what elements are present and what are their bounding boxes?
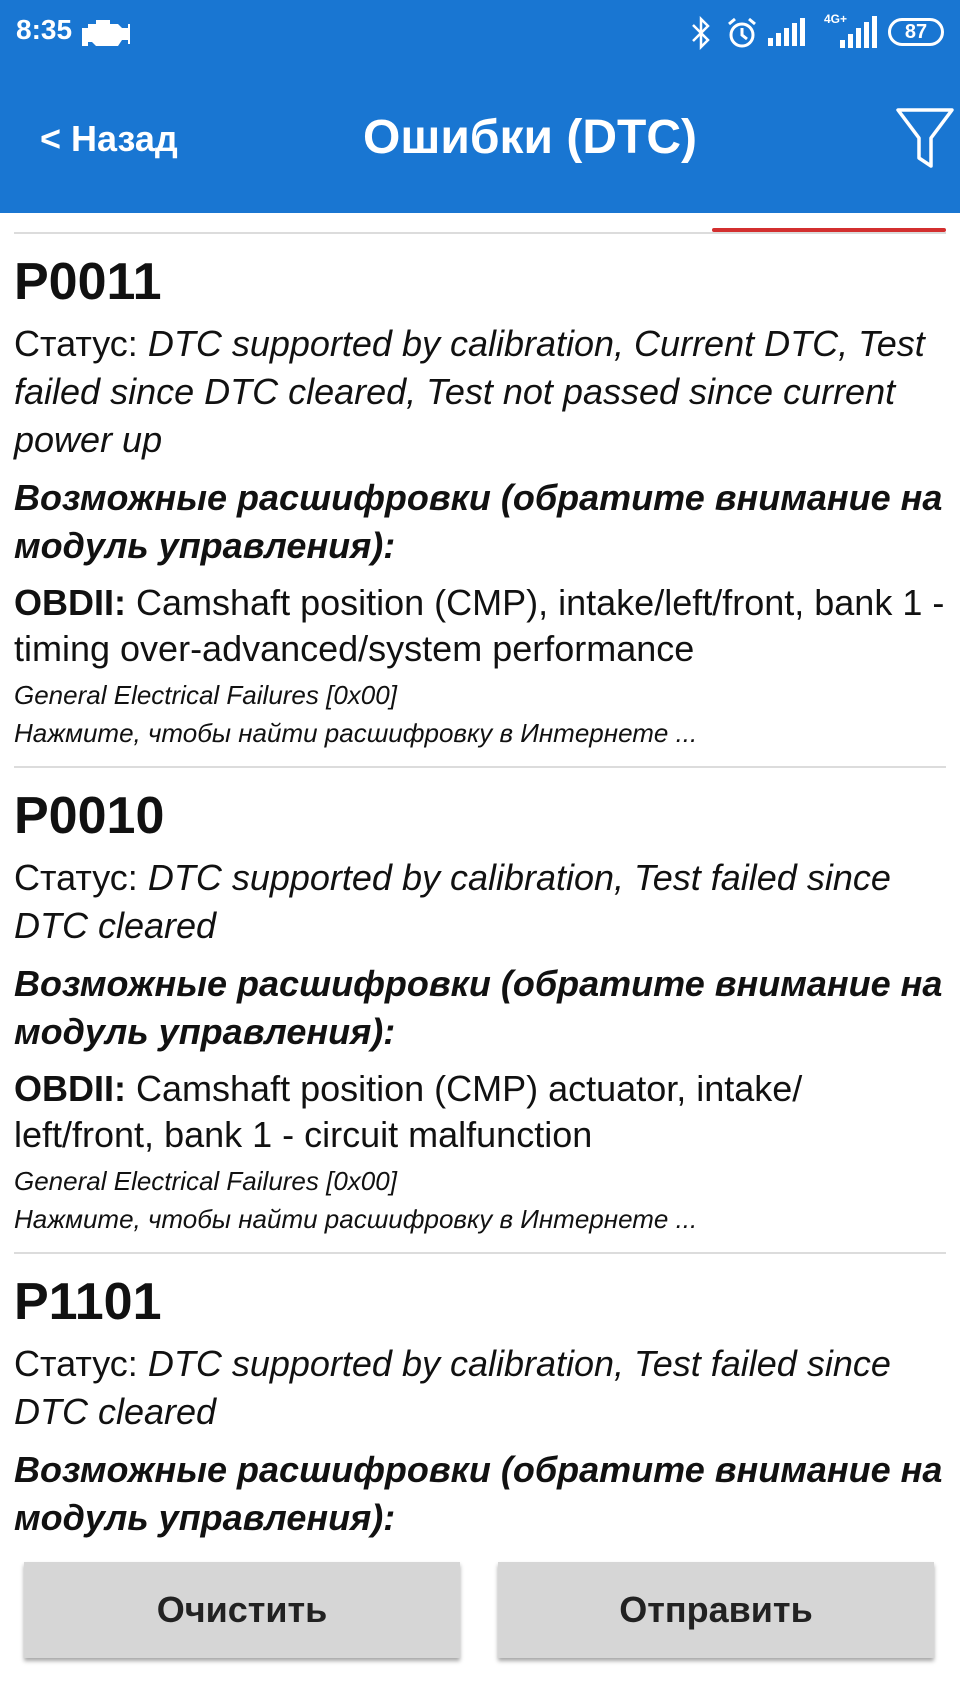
engine-icon <box>82 20 130 46</box>
dtc-item[interactable]: P0010 Статус: DTC supported by calibrati… <box>0 768 960 1252</box>
signal-icon <box>768 18 805 46</box>
clear-button[interactable]: Очистить <box>24 1562 460 1658</box>
status-time: 8:35 <box>16 14 73 45</box>
dtc-code: P0010 <box>14 787 165 845</box>
dtc-status: Статус: DTC supported by calibration, Cu… <box>14 323 925 460</box>
dtc-code: P0011 <box>14 253 162 311</box>
obd-description: OBDII: Camshaft position (CMP) actuator,… <box>14 1068 803 1155</box>
dtc-item[interactable]: P0011 Статус: DTC supported by calibrati… <box>0 234 960 766</box>
page-title: Ошибки (DTC) <box>363 111 697 164</box>
failure-category: General Electrical Failures [0x00] <box>14 1166 397 1196</box>
dtc-code: P1101 <box>14 1273 162 1331</box>
dtc-status: Статус: DTC supported by calibration, Te… <box>14 857 891 946</box>
send-button[interactable]: Отправить <box>498 1562 934 1658</box>
search-hint-link[interactable]: Нажмите, чтобы найти расшифровку в Интер… <box>14 1200 946 1238</box>
battery-indicator: 87 <box>888 18 944 46</box>
back-button[interactable]: < Назад <box>40 118 178 160</box>
app-bar: 8:35 4G+ 87 < Назад Ошибки (DTC) <box>0 0 960 213</box>
bluetooth-icon <box>692 16 710 50</box>
obd-description: OBDII: Camshaft position (CMP), intake/l… <box>14 582 945 669</box>
alarm-icon <box>728 17 756 48</box>
decode-heading: Возможные расшифровки (обратите внимание… <box>14 1449 943 1538</box>
dtc-status: Статус: DTC supported by calibration, Te… <box>14 1343 891 1432</box>
filter-icon[interactable] <box>895 106 955 170</box>
failure-category: General Electrical Failures [0x00] <box>14 680 397 710</box>
search-hint-link[interactable]: Нажмите, чтобы найти расшифровку в Интер… <box>14 714 946 752</box>
decode-heading: Возможные расшифровки (обратите внимание… <box>14 963 943 1052</box>
dtc-item[interactable]: P1101 Статус: DTC supported by calibrati… <box>0 1254 960 1556</box>
signal-icon <box>840 16 877 48</box>
decode-heading: Возможные расшифровки (обратите внимание… <box>14 477 943 566</box>
dtc-list: P0011 Статус: DTC supported by calibrati… <box>0 232 960 1556</box>
